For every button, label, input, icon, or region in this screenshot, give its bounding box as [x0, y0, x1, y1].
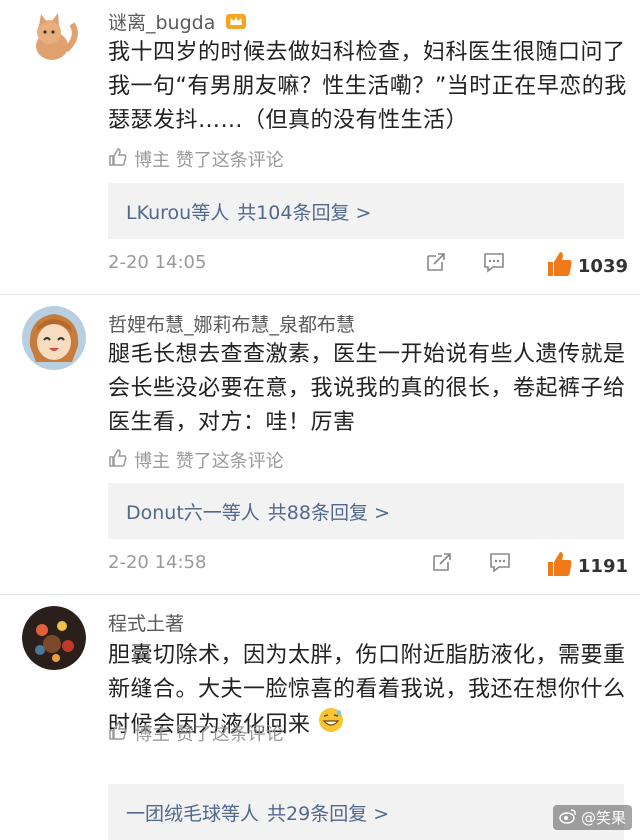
vip-crown-icon [225, 11, 247, 36]
comment-meta: 2-20 14:05 1039 [108, 250, 628, 280]
comment-icon[interactable] [488, 550, 514, 576]
replies-box[interactable]: LKurou等人 共104条回复 > [108, 183, 624, 239]
thumb-outline-icon [108, 721, 128, 746]
divider [0, 294, 640, 295]
avatar[interactable] [22, 606, 86, 670]
weibo-watermark: @笑果 [552, 805, 632, 830]
timestamp: 2-20 14:58 [108, 552, 207, 573]
weibo-logo-icon [559, 808, 577, 828]
photo-avatar-icon [22, 606, 86, 670]
like-button[interactable]: 1039 [546, 250, 628, 282]
thumb-outline-icon [108, 147, 128, 172]
share-icon[interactable] [430, 550, 456, 576]
thumb-up-filled-icon [546, 550, 574, 582]
author-liked-row: 博主 赞了这条评论 [108, 447, 284, 473]
username[interactable]: 程式土著 [108, 609, 184, 636]
cat-avatar-icon [22, 6, 86, 70]
thumb-up-filled-icon [546, 250, 574, 282]
thumb-outline-icon [108, 448, 128, 473]
timestamp: 2-20 14:05 [108, 252, 207, 273]
divider [0, 594, 640, 595]
anime-girl-avatar-icon [22, 306, 86, 370]
share-icon[interactable] [424, 250, 450, 276]
username[interactable]: 谜离_bugda [108, 8, 247, 36]
author-liked-row: 博主 赞了这条评论 [108, 146, 284, 172]
comment-meta: 2-20 14:58 1191 [108, 550, 628, 580]
replies-box[interactable]: 一团绒毛球等人 共29条回复 > [108, 784, 624, 840]
like-count: 1191 [577, 555, 628, 577]
author-liked-row: 博主 赞了这条评论 [108, 720, 284, 746]
username[interactable]: 哲娌布慧_娜莉布慧_泉都布慧 [108, 310, 355, 337]
grin-emoji-icon [318, 707, 344, 744]
comment-body: 腿毛长想去查查激素，医生一开始说有些人遗传就是会长些没必要在意，我说我的真的很长… [108, 342, 626, 435]
like-button[interactable]: 1191 [546, 550, 628, 582]
avatar[interactable] [22, 6, 86, 70]
replies-box[interactable]: Donut六一等人 共88条回复 > [108, 483, 624, 539]
comment-body: 我十四岁的时候去做妇科检查，妇科医生很随口问了我一句“有男朋友嘛？性生活嘞？”当… [108, 40, 627, 133]
comment-icon[interactable] [482, 250, 508, 276]
avatar[interactable] [22, 306, 86, 370]
like-count: 1039 [577, 255, 628, 277]
